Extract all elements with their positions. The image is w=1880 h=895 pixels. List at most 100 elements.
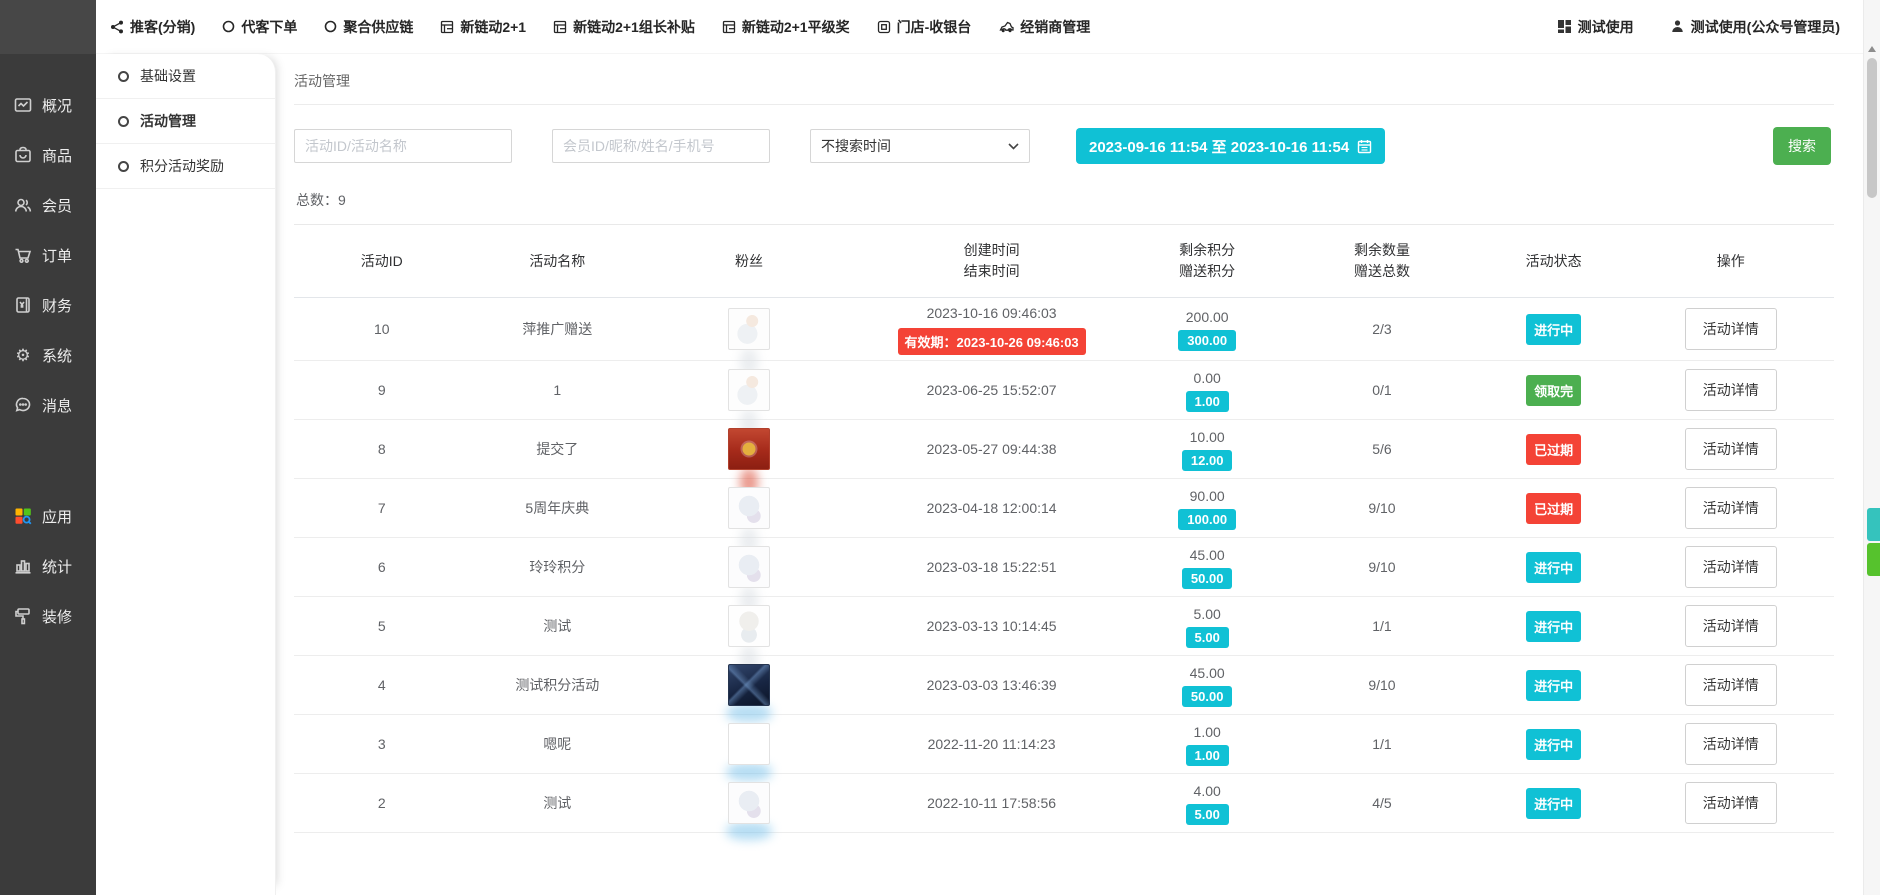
remaining-points: 200.00 bbox=[1130, 307, 1284, 327]
sidebar-item-goods[interactable]: 商品 bbox=[0, 130, 96, 180]
scroll-up-arrow-icon[interactable] bbox=[1868, 42, 1876, 52]
account-user[interactable]: 测试使用(公众号管理员) bbox=[1670, 17, 1840, 37]
nav-item-distribution[interactable]: 推客(分销) bbox=[110, 17, 195, 37]
gift-points-badge: 5.00 bbox=[1186, 627, 1229, 648]
edge-float-widget-green[interactable] bbox=[1867, 543, 1880, 576]
date-range-button[interactable]: 2023-09-16 11:54 至 2023-10-16 11:54 bbox=[1076, 128, 1385, 164]
activity-detail-button[interactable]: 活动详情 bbox=[1685, 782, 1777, 824]
goods-icon bbox=[13, 145, 33, 165]
nav-item-chain-peer-award[interactable]: 新链动2+1平级奖 bbox=[722, 17, 850, 37]
submenu-item-label: 活动管理 bbox=[140, 111, 196, 131]
right-zone: 推客(分销) 代客下单 聚合供应链 新链动2+1 新链动2+1组长补贴 新链动2… bbox=[96, 0, 1880, 895]
cell-action: 活动详情 bbox=[1628, 479, 1834, 538]
activity-detail-button[interactable]: 活动详情 bbox=[1685, 487, 1777, 529]
submenu-item-label: 积分活动奖励 bbox=[140, 156, 224, 176]
apps-colored-icon bbox=[13, 506, 33, 526]
top-navbar: 推客(分销) 代客下单 聚合供应链 新链动2+1 新链动2+1组长补贴 新链动2… bbox=[96, 0, 1880, 54]
cell-points: 45.00 50.00 bbox=[1130, 538, 1284, 597]
cell-fan bbox=[645, 597, 853, 656]
account-user-label: 测试使用(公众号管理员) bbox=[1691, 17, 1840, 37]
member-search-input[interactable] bbox=[552, 129, 770, 163]
circle-icon bbox=[118, 161, 129, 172]
nav-item-dealer-management[interactable]: 经销商管理 bbox=[998, 17, 1090, 37]
cell-status: 已过期 bbox=[1480, 479, 1628, 538]
activity-search-input[interactable] bbox=[294, 129, 512, 163]
activity-detail-button[interactable]: 活动详情 bbox=[1685, 308, 1777, 350]
nav-item-label: 新链动2+1组长补贴 bbox=[573, 17, 695, 37]
fan-avatar bbox=[728, 723, 770, 765]
nav-item-supply-chain[interactable]: 聚合供应链 bbox=[324, 17, 413, 37]
table-row: 7 5周年庆典 2023-04-18 12:00:14 90.00 100.00… bbox=[294, 479, 1834, 538]
edge-float-widget-teal[interactable] bbox=[1867, 508, 1880, 541]
header-points: 剩余积分赠送积分 bbox=[1130, 225, 1284, 298]
sidebar-item-decorate[interactable]: 装修 bbox=[0, 591, 96, 641]
account-shop[interactable]: 测试使用 bbox=[1557, 17, 1634, 37]
gift-points-badge: 1.00 bbox=[1186, 391, 1229, 412]
decorate-icon bbox=[13, 606, 33, 626]
sidebar-item-finance[interactable]: 财务 bbox=[0, 280, 96, 330]
cell-activity-id: 9 bbox=[294, 361, 470, 420]
sidebar-item-stats[interactable]: 统计 bbox=[0, 541, 96, 591]
created-time: 2022-10-11 17:58:56 bbox=[853, 793, 1130, 813]
page-scrollbar[interactable] bbox=[1863, 0, 1880, 895]
cell-count: 5/6 bbox=[1284, 420, 1480, 479]
sidebar-item-label: 会员 bbox=[42, 195, 72, 216]
nav-item-chain-21[interactable]: 新链动2+1 bbox=[440, 17, 526, 37]
sidebar-item-overview[interactable]: 概况 bbox=[0, 80, 96, 130]
cell-points: 200.00 300.00 bbox=[1130, 298, 1284, 361]
sidebar-nav: 概况 商品 会员 订单 财务 ⚙ 系统 bbox=[0, 54, 96, 641]
submenu-item-label: 基础设置 bbox=[140, 66, 196, 86]
cell-fan bbox=[645, 420, 853, 479]
sidebar-item-label: 财务 bbox=[42, 295, 72, 316]
sidebar-item-message[interactable]: 消息 bbox=[0, 380, 96, 430]
gift-points-badge: 50.00 bbox=[1182, 568, 1233, 589]
activity-detail-button[interactable]: 活动详情 bbox=[1685, 664, 1777, 706]
submenu-item-points-reward[interactable]: 积分活动奖励 bbox=[96, 144, 275, 189]
cell-action: 活动详情 bbox=[1628, 420, 1834, 479]
apps-icon bbox=[1557, 19, 1572, 34]
submenu-item-basic-settings[interactable]: 基础设置 bbox=[96, 54, 275, 99]
cell-status: 进行中 bbox=[1480, 656, 1628, 715]
total-value: 9 bbox=[338, 192, 346, 208]
activity-detail-button[interactable]: 活动详情 bbox=[1685, 723, 1777, 765]
sidebar-item-label: 概况 bbox=[42, 95, 72, 116]
nav-item-proxy-order[interactable]: 代客下单 bbox=[222, 17, 297, 37]
time-filter-select[interactable]: 不搜索时间 bbox=[810, 129, 1030, 163]
header-status: 活动状态 bbox=[1480, 225, 1628, 298]
fan-avatar bbox=[728, 664, 770, 706]
date-range-value: 2023-09-16 11:54 至 2023-10-16 11:54 bbox=[1089, 136, 1349, 157]
cell-fan bbox=[645, 715, 853, 774]
cell-time: 2023-03-13 10:14:45 bbox=[853, 597, 1130, 656]
created-time: 2023-03-18 15:22:51 bbox=[853, 557, 1130, 577]
search-button[interactable]: 搜索 bbox=[1773, 127, 1831, 165]
content-row: 基础设置 活动管理 积分活动奖励 活动管理 不搜索时间 bbox=[96, 54, 1880, 895]
app-root: 概况 商品 会员 订单 财务 ⚙ 系统 bbox=[0, 0, 1880, 895]
cell-activity-id: 6 bbox=[294, 538, 470, 597]
sidebar-item-system[interactable]: ⚙ 系统 bbox=[0, 330, 96, 380]
nav-item-store-cashier[interactable]: 门店-收银台 bbox=[877, 17, 972, 37]
submenu-item-activity-management[interactable]: 活动管理 bbox=[96, 99, 275, 144]
cell-action: 活动详情 bbox=[1628, 361, 1834, 420]
grid-icon bbox=[440, 20, 454, 34]
sidebar-item-apps[interactable]: 应用 bbox=[0, 491, 96, 541]
activity-detail-button[interactable]: 活动详情 bbox=[1685, 428, 1777, 470]
header-fans: 粉丝 bbox=[645, 225, 853, 298]
cell-fan bbox=[645, 538, 853, 597]
sidebar-item-members[interactable]: 会员 bbox=[0, 180, 96, 230]
created-time: 2023-03-13 10:14:45 bbox=[853, 616, 1130, 636]
activity-detail-button[interactable]: 活动详情 bbox=[1685, 605, 1777, 647]
nav-item-chain-leader-subsidy[interactable]: 新链动2+1组长补贴 bbox=[553, 17, 695, 37]
cell-activity-name: 测试 bbox=[470, 597, 646, 656]
cell-activity-id: 4 bbox=[294, 656, 470, 715]
calendar-icon bbox=[1357, 139, 1372, 154]
activity-detail-button[interactable]: 活动详情 bbox=[1685, 546, 1777, 588]
logo-block bbox=[0, 0, 96, 54]
circle-icon bbox=[324, 20, 337, 33]
scrollbar-thumb[interactable] bbox=[1867, 58, 1877, 198]
activity-detail-button[interactable]: 活动详情 bbox=[1685, 369, 1777, 411]
nav-item-label: 门店-收银台 bbox=[897, 17, 972, 37]
sidebar-item-orders[interactable]: 订单 bbox=[0, 230, 96, 280]
gift-points-badge: 50.00 bbox=[1182, 686, 1233, 707]
circle-icon bbox=[118, 116, 129, 127]
cell-status: 领取完 bbox=[1480, 361, 1628, 420]
